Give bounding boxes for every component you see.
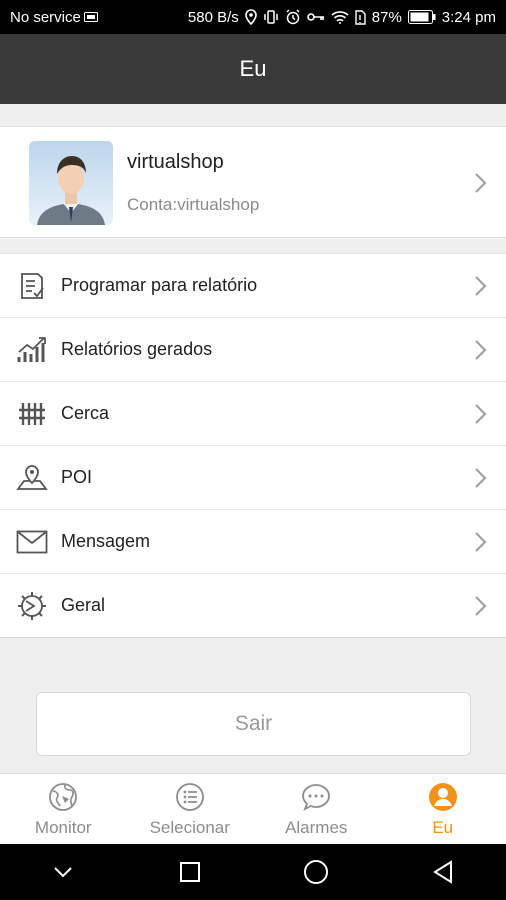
menu-label: Geral: [61, 595, 106, 615]
chevron-right-icon: [475, 596, 487, 616]
menu-label: POI: [61, 467, 93, 487]
menu-label: Cerca: [61, 403, 110, 423]
key-icon: [306, 12, 325, 22]
chevron-right-icon: [475, 468, 487, 488]
tab-me[interactable]: Eu: [380, 774, 506, 844]
square-icon: [179, 862, 200, 882]
page-title: Eu: [239, 56, 267, 81]
globe-icon: [49, 783, 78, 811]
report-schedule-icon: [15, 269, 49, 303]
chart-trend-icon: [15, 333, 49, 367]
profile-name: virtualshop: [127, 151, 224, 173]
person-icon: [428, 783, 457, 811]
list-icon: [175, 783, 204, 811]
circle-icon: [304, 860, 329, 884]
alarm-icon: [285, 9, 301, 25]
tab-label: Eu: [432, 818, 454, 837]
menu-item-poi[interactable]: POI: [0, 446, 506, 510]
settings-menu: Programar para relatório Relatórios gera…: [0, 253, 506, 638]
avatar: [29, 141, 113, 225]
logout-button[interactable]: Sair: [36, 692, 471, 756]
menu-item-general[interactable]: Geral: [0, 574, 506, 638]
network-speed: 580 B/s: [187, 8, 239, 26]
menu-item-report-schedule[interactable]: Programar para relatório: [0, 254, 506, 318]
chevron-right-icon: [475, 340, 487, 360]
battery-percent: 87%: [371, 8, 402, 26]
carrier-label: No service: [10, 8, 81, 26]
clock: 3:24 pm: [441, 8, 496, 26]
tab-label: Alarmes: [285, 818, 348, 837]
fence-icon: [15, 397, 49, 431]
battery-icon: [407, 10, 436, 24]
nav-home-button[interactable]: [296, 852, 336, 892]
menu-label: Relatórios gerados: [61, 339, 213, 359]
envelope-icon: [15, 525, 49, 559]
triangle-back-icon: [432, 860, 452, 884]
status-bar: No service 580 B/s 87% 3:24 pm: [0, 0, 506, 34]
wifi-icon: [331, 10, 349, 24]
nav-back-button[interactable]: [423, 852, 463, 892]
sim-icon: [83, 12, 98, 22]
map-pin-icon: [15, 461, 49, 495]
app-header: Eu: [0, 34, 506, 104]
gear-icon: [15, 589, 49, 623]
menu-label: Programar para relatório: [61, 275, 258, 295]
tab-alarms[interactable]: Alarmes: [253, 774, 380, 844]
sim-status-icon: [355, 9, 366, 25]
chevron-right-icon: [475, 532, 487, 552]
tab-label: Monitor: [34, 818, 92, 837]
chevron-right-icon: [475, 276, 487, 296]
tab-select[interactable]: Selecionar: [127, 774, 254, 844]
tab-label: Selecionar: [149, 818, 230, 837]
system-nav-bar: [0, 844, 506, 900]
menu-item-fence[interactable]: Cerca: [0, 382, 506, 446]
bottom-tab-bar: Monitor Selecionar Alarmes Eu: [0, 773, 506, 844]
chevron-right-icon: [475, 173, 487, 193]
chevron-right-icon: [475, 404, 487, 424]
chat-bubble-icon: [302, 784, 331, 811]
profile-account: Conta:virtualshop: [127, 195, 260, 214]
menu-item-generated-reports[interactable]: Relatórios gerados: [0, 318, 506, 382]
menu-item-message[interactable]: Mensagem: [0, 510, 506, 574]
nav-recents-button[interactable]: [170, 852, 210, 892]
nav-hide-button[interactable]: [43, 852, 83, 892]
chevron-down-icon: [54, 867, 72, 878]
menu-label: Mensagem: [61, 531, 151, 551]
location-icon: [244, 9, 257, 25]
tab-monitor[interactable]: Monitor: [0, 774, 127, 844]
vibrate-icon: [263, 10, 279, 24]
profile-card[interactable]: virtualshop Conta:virtualshop: [0, 126, 506, 238]
